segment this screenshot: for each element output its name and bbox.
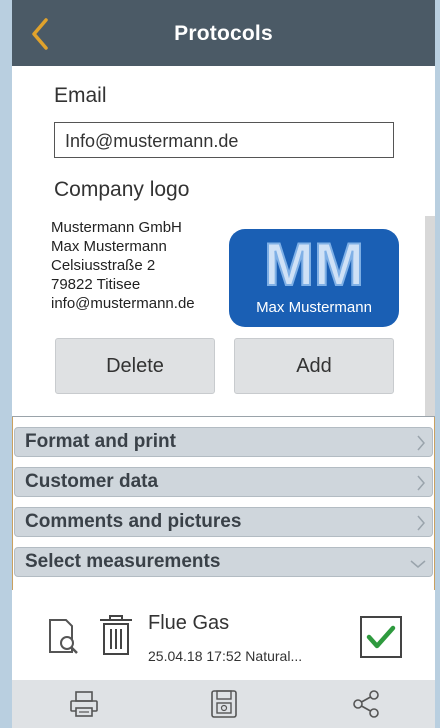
section-customer-data[interactable]: Customer data — [14, 467, 433, 497]
address-line: info@mustermann.de — [51, 295, 195, 312]
scrollbar[interactable] — [425, 216, 435, 416]
address-line: 79822 Titisee — [51, 276, 141, 293]
section-label: Format and print — [25, 431, 176, 452]
header-bar: Protocols — [12, 0, 435, 66]
print-icon[interactable] — [68, 688, 100, 720]
email-field[interactable]: Info@mustermann.de — [54, 122, 394, 158]
chevron-down-icon — [410, 560, 426, 568]
chevron-right-icon — [417, 475, 425, 491]
measurement-checkbox[interactable] — [360, 616, 402, 658]
chevron-right-icon — [417, 435, 425, 451]
page-title: Protocols — [174, 22, 273, 45]
section-format-and-print[interactable]: Format and print — [14, 427, 433, 457]
measurement-details: 25.04.18 17:52 Natural... — [148, 648, 303, 664]
section-label: Select measurements — [25, 551, 221, 572]
chevron-right-icon — [417, 515, 425, 531]
address-line: Mustermann GmbH — [51, 219, 182, 236]
add-button[interactable]: Add — [234, 338, 394, 394]
document-preview-icon[interactable] — [46, 618, 82, 658]
bottom-toolbar — [12, 680, 435, 728]
logo-initials: MM — [229, 230, 399, 300]
company-address: Mustermann GmbH Max Mustermann Celsiusst… — [51, 218, 195, 313]
section-label: Comments and pictures — [25, 511, 242, 532]
company-logo-label: Company logo — [54, 178, 190, 201]
save-icon[interactable] — [208, 688, 240, 720]
company-settings-panel: Email Info@mustermann.de Company logo Mu… — [12, 66, 435, 417]
measurement-title: Flue Gas — [148, 612, 230, 634]
section-select-measurements[interactable]: Select measurements — [14, 547, 433, 577]
trash-icon[interactable] — [96, 612, 136, 658]
logo-caption: Max Mustermann — [256, 299, 372, 316]
svg-text:MM: MM — [264, 233, 364, 295]
address-line: Celsiusstraße 2 — [51, 257, 156, 274]
section-label: Customer data — [25, 471, 159, 492]
delete-button[interactable]: Delete — [55, 338, 215, 394]
app-window: Protocols Email Info@mustermann.de Compa… — [12, 0, 435, 728]
address-line: Max Mustermann — [51, 238, 167, 255]
email-label: Email — [54, 84, 107, 107]
share-icon[interactable] — [350, 688, 382, 720]
company-logo-image: MM Max Mustermann — [229, 229, 399, 327]
checkmark-icon — [366, 625, 396, 649]
section-comments-and-pictures[interactable]: Comments and pictures — [14, 507, 433, 537]
